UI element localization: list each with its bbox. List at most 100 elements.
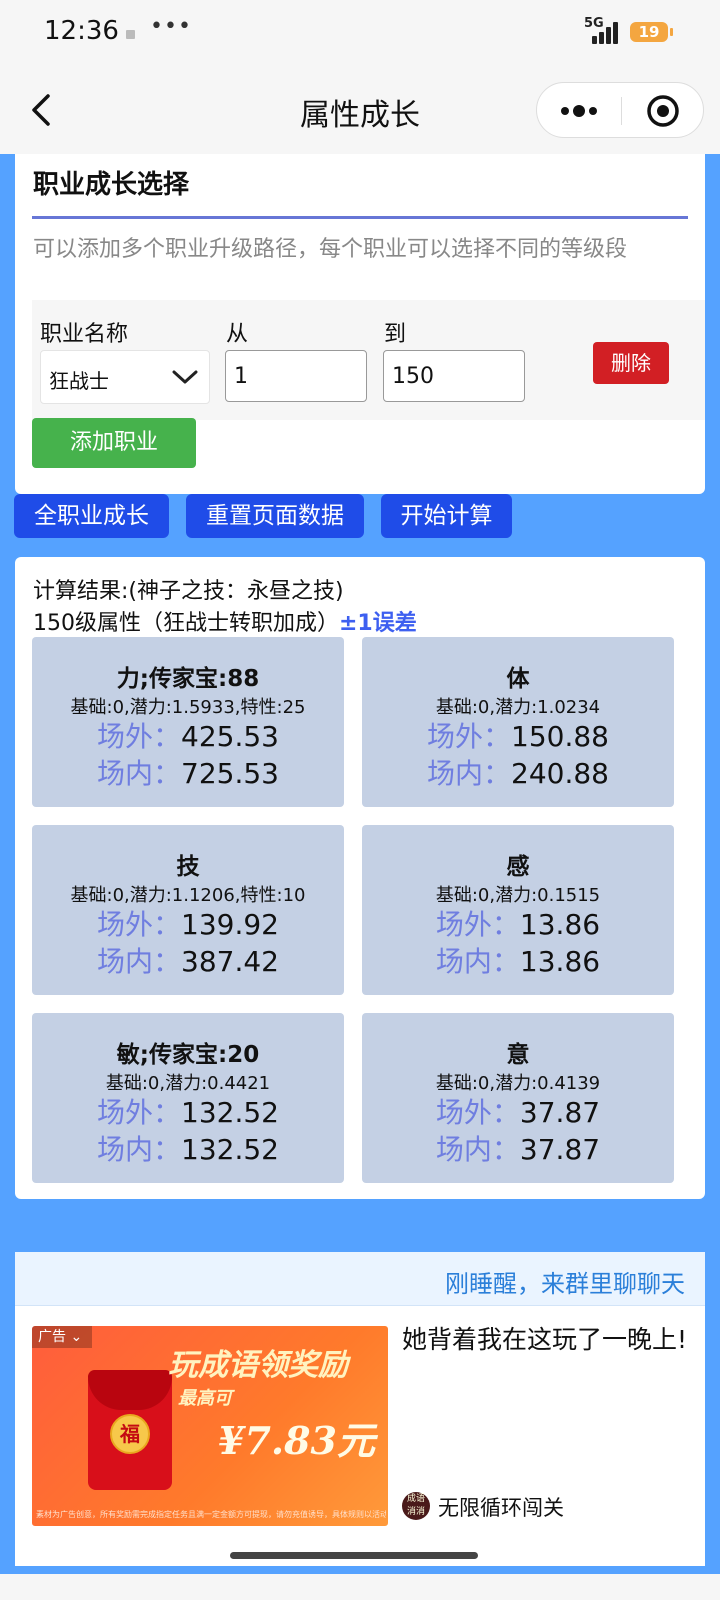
red-envelope-icon: 福 xyxy=(88,1370,172,1490)
inside-label: 场内： xyxy=(435,1133,520,1166)
inside-value: 240.88 xyxy=(511,757,609,790)
delete-job-button[interactable]: 删除 xyxy=(593,342,669,384)
more-menu-button[interactable] xyxy=(549,93,609,129)
divider xyxy=(32,216,688,219)
notice-text: 刚睡醒，来群里聊聊天 xyxy=(445,1270,685,1298)
notice-ticker[interactable]: 刚睡醒，来群里聊聊天 xyxy=(15,1252,705,1306)
signal-icon xyxy=(592,20,622,44)
stat-name: 力;传家宝:88 xyxy=(116,666,260,692)
ad-fine-print: 素材为广告创意，所有奖励需完成指定任务且满一定金额方可提现，请勿充值诱导，具体规… xyxy=(36,1510,386,1519)
ad-subline: 最高可 xyxy=(178,1388,232,1409)
outside-value: 132.52 xyxy=(181,1096,279,1129)
result-subtitle: 150级属性（狂战士转职加成）±1误差 xyxy=(33,605,417,637)
inside-value: 132.52 xyxy=(181,1133,279,1166)
capsule-divider xyxy=(621,97,622,125)
outside-label: 场外： xyxy=(435,1096,520,1129)
more-dots-icon xyxy=(561,105,597,117)
outside-label: 场外： xyxy=(97,720,182,753)
start-calculate-button[interactable]: 开始计算 xyxy=(381,494,512,538)
inside-value: 725.53 xyxy=(181,757,279,790)
inside-label: 场内： xyxy=(97,1133,182,1166)
inside-value: 387.42 xyxy=(181,945,279,978)
outside-label: 场外： xyxy=(97,908,182,941)
chevron-down-icon xyxy=(172,370,198,384)
stat-name: 意 xyxy=(506,1042,530,1068)
target-close-icon xyxy=(647,95,679,127)
outside-value: 139.92 xyxy=(181,908,279,941)
job-select[interactable]: 狂战士 xyxy=(40,350,210,404)
from-level-input[interactable] xyxy=(225,350,367,402)
all-jobs-growth-button[interactable]: 全职业成长 xyxy=(14,494,169,538)
job-name-label: 职业名称 xyxy=(40,322,129,347)
nav-bar: 属性成长 xyxy=(0,66,720,154)
stat-inside-row: 场内：725.53 xyxy=(32,752,344,792)
outside-value: 150.88 xyxy=(511,720,609,753)
ad-headline: 玩成语领奖励 xyxy=(168,1348,348,1383)
add-job-button[interactable]: 添加职业 xyxy=(32,418,196,468)
stat-inside-row: 场内：387.42 xyxy=(32,940,344,980)
mini-program-capsule xyxy=(536,82,704,138)
stat-outside-row: 场外：150.88 xyxy=(362,715,674,755)
battery-icon: 19 xyxy=(630,22,673,42)
from-label: 从 xyxy=(226,322,249,347)
stat-name: 感 xyxy=(506,854,530,880)
close-mini-program-button[interactable] xyxy=(633,93,693,129)
outside-value: 425.53 xyxy=(181,720,279,753)
reset-page-button[interactable]: 重置页面数据 xyxy=(186,494,364,538)
error-note: ±1误差 xyxy=(339,611,417,636)
ad-tag-label: 广告 xyxy=(38,1329,66,1345)
inside-value: 13.86 xyxy=(519,945,601,978)
job-select-value: 狂战士 xyxy=(49,369,109,393)
status-time: 12:36 xyxy=(44,16,119,46)
notification-dot-icon xyxy=(126,30,135,39)
stat-card-will: 意 基础:0,潜力:0.4139 场外：37.87 场内：37.87 xyxy=(362,1013,674,1183)
ad-source-name: 无限循环闯关 xyxy=(438,1496,564,1520)
ad-amount: ¥7.83元 xyxy=(218,1418,375,1463)
stat-outside-row: 场外：13.86 xyxy=(362,903,674,943)
stat-inside-row: 场内：132.52 xyxy=(32,1128,344,1168)
stat-outside-row: 场外：132.52 xyxy=(32,1091,344,1131)
outside-value: 37.87 xyxy=(519,1096,601,1129)
envelope-flap xyxy=(88,1370,172,1410)
stat-outside-row: 场外：139.92 xyxy=(32,903,344,943)
envelope-fu-char: 福 xyxy=(110,1414,150,1454)
stat-inside-row: 场内：240.88 xyxy=(362,752,674,792)
ad-banner[interactable]: 广告 ⌄ 福 玩成语领奖励 最高可 ¥7.83元 素材为广告创意，所有奖励需完成… xyxy=(15,1306,705,1566)
outside-label: 场外： xyxy=(435,908,520,941)
stat-outside-row: 场外：37.87 xyxy=(362,1091,674,1131)
ad-image[interactable]: 广告 ⌄ 福 玩成语领奖励 最高可 ¥7.83元 素材为广告创意，所有奖励需完成… xyxy=(32,1326,388,1526)
section-title: 职业成长选择 xyxy=(33,170,190,200)
stat-card-agility: 敏;传家宝:20 基础:0,潜力:0.4421 场外：132.52 场内：132… xyxy=(32,1013,344,1183)
ad-tag[interactable]: 广告 ⌄ xyxy=(32,1326,92,1348)
status-more-icon: ••• xyxy=(150,14,192,39)
section-description: 可以添加多个职业升级路径，每个职业可以选择不同的等级段 xyxy=(33,237,628,262)
job-growth-card: 职业成长选择 可以添加多个职业升级路径，每个职业可以选择不同的等级段 职业名称 … xyxy=(15,154,705,494)
stat-inside-row: 场内：13.86 xyxy=(362,940,674,980)
stat-card-constitution: 体 基础:0,潜力:1.0234 场外：150.88 场内：240.88 xyxy=(362,637,674,807)
to-level-input[interactable] xyxy=(383,350,525,402)
ad-source-logo: 成语 消消 xyxy=(402,1492,430,1520)
ad-title[interactable]: 她背着我在这玩了一晚上! xyxy=(402,1322,692,1358)
stat-name: 体 xyxy=(506,666,530,692)
chevron-down-icon: ⌄ xyxy=(70,1329,83,1345)
stat-name: 技 xyxy=(176,854,200,880)
stat-card-skill: 技 基础:0,潜力:1.1206,特性:10 场外：139.92 场内：387.… xyxy=(32,825,344,995)
results-card: 计算结果:(神子之技：永昼之技) 150级属性（狂战士转职加成）±1误差 力;传… xyxy=(15,557,705,1199)
result-level-text: 150级属性（狂战士转职加成） xyxy=(33,611,339,636)
job-row: 职业名称 从 到 狂战士 删除 xyxy=(32,300,705,420)
to-label: 到 xyxy=(384,322,407,347)
outside-value: 13.86 xyxy=(519,908,601,941)
inside-label: 场内： xyxy=(435,945,520,978)
status-bar: 12:36 ••• 5G 19 xyxy=(0,0,720,66)
result-title: 计算结果:(神子之技：永昼之技) xyxy=(33,579,344,604)
outside-label: 场外： xyxy=(97,1096,182,1129)
stat-card-perception: 感 基础:0,潜力:0.1515 场外：13.86 场内：13.86 xyxy=(362,825,674,995)
stat-inside-row: 场内：37.87 xyxy=(362,1128,674,1168)
inside-label: 场内： xyxy=(427,757,512,790)
inside-label: 场内： xyxy=(97,945,182,978)
stat-outside-row: 场外：425.53 xyxy=(32,715,344,755)
inside-label: 场内： xyxy=(97,757,182,790)
inside-value: 37.87 xyxy=(519,1133,601,1166)
home-indicator xyxy=(230,1552,478,1559)
stat-name: 敏;传家宝:20 xyxy=(116,1042,260,1068)
